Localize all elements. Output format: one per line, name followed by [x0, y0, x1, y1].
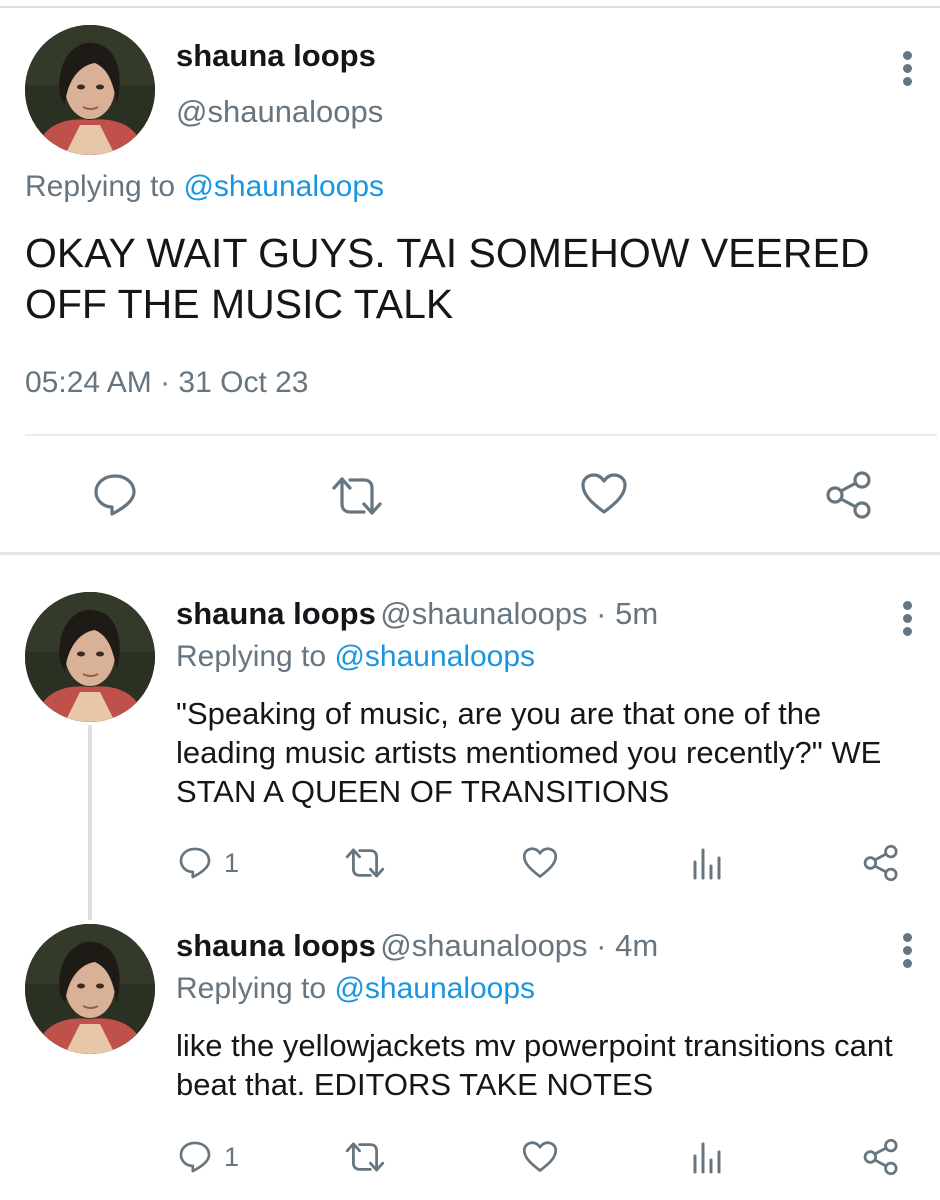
handle-and-time[interactable]: @shaunaloops · 4m [380, 928, 658, 963]
avatar[interactable] [25, 592, 155, 722]
retweet-button[interactable] [344, 846, 386, 880]
reply-text: "Speaking of music, are you are that one… [176, 696, 882, 809]
like-icon [522, 847, 558, 878]
more-options-icon[interactable] [898, 48, 918, 88]
reply-icon [94, 474, 136, 516]
section-divider [0, 552, 940, 555]
analytics-icon [693, 848, 721, 880]
more-options-icon[interactable] [898, 930, 918, 970]
replying-to: Replying to @shaunaloops [25, 170, 384, 204]
share-button[interactable] [862, 1138, 900, 1176]
reply-header: shauna loops @shaunaloops · 4m [176, 928, 658, 964]
reply-icon [179, 847, 211, 879]
reply-text: like the yellowjackets mv powerpoint tra… [176, 1028, 893, 1102]
share-icon [826, 471, 871, 519]
replying-to-label: Replying to [25, 170, 184, 203]
replying-to-mention[interactable]: @shaunaloops [334, 640, 535, 673]
like-icon [581, 473, 627, 514]
share-icon [863, 844, 898, 882]
retweet-button[interactable] [344, 1140, 386, 1174]
handle-and-time[interactable]: @shaunaloops · 5m [380, 596, 658, 631]
like-button[interactable] [580, 472, 628, 516]
replying-to-mention[interactable]: @shaunaloops [334, 972, 535, 1005]
like-button[interactable] [522, 1140, 558, 1174]
user-handle[interactable]: @shaunaloops [176, 94, 383, 130]
reply-button[interactable] [178, 1140, 212, 1174]
display-name[interactable]: shauna loops [176, 596, 376, 631]
display-name[interactable]: shauna loops [176, 928, 376, 963]
retweet-icon [332, 477, 382, 515]
reply-button[interactable] [178, 846, 212, 880]
share-button[interactable] [824, 470, 874, 520]
reply-count: 1 [224, 1142, 240, 1172]
thread-connector [88, 725, 92, 920]
replying-to-label: Replying to [176, 640, 335, 673]
analytics-button[interactable] [690, 846, 724, 880]
share-icon [863, 1138, 898, 1176]
avatar[interactable] [25, 924, 155, 1054]
retweet-icon [345, 848, 385, 878]
avatar[interactable] [25, 25, 155, 155]
tweet-text: OKAY WAIT GUYS. TAI SOMEHOW VEERED OFF T… [25, 230, 870, 327]
tweet-timestamp[interactable]: 05:24 AM · 31 Oct 23 [25, 366, 309, 400]
replying-to-label: Replying to [176, 972, 335, 1005]
avatar-image [25, 592, 155, 722]
retweet-button[interactable] [330, 474, 384, 518]
analytics-button[interactable] [690, 1140, 724, 1174]
divider [25, 434, 937, 436]
retweet-icon [345, 1142, 385, 1172]
reply-count: 1 [224, 848, 240, 878]
more-options-icon[interactable] [898, 598, 918, 638]
avatar-image [25, 924, 155, 1054]
avatar-image [25, 25, 155, 155]
replying-to: Replying to @shaunaloops [176, 640, 535, 674]
share-button[interactable] [862, 844, 900, 882]
reply-icon [179, 1141, 211, 1173]
like-button[interactable] [522, 846, 558, 880]
replying-to-mention[interactable]: @shaunaloops [183, 170, 384, 203]
reply-button[interactable] [92, 472, 138, 518]
top-divider [0, 6, 940, 8]
reply-header: shauna loops @shaunaloops · 5m [176, 596, 658, 632]
like-icon [522, 1141, 558, 1172]
replying-to: Replying to @shaunaloops [176, 972, 535, 1006]
display-name[interactable]: shauna loops [176, 38, 376, 74]
analytics-icon [693, 1142, 721, 1174]
